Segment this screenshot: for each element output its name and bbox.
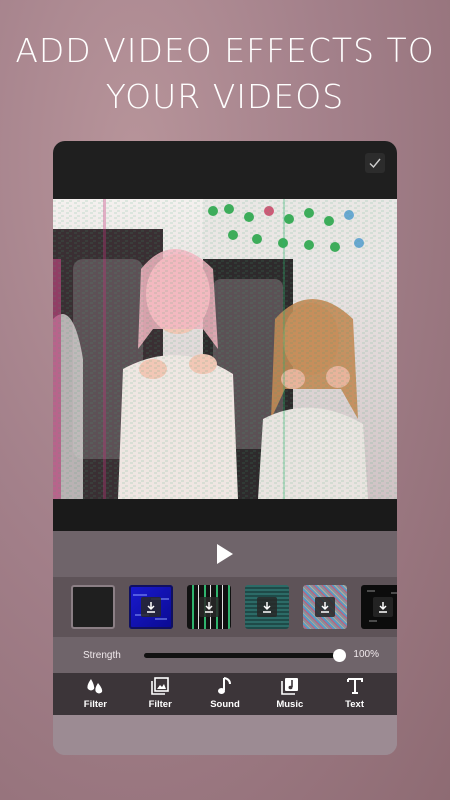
video-bottom-band bbox=[53, 499, 397, 531]
tab-filter-effects[interactable]: Filter bbox=[67, 675, 123, 715]
strength-label: Strength bbox=[83, 649, 121, 661]
tab-music[interactable]: Music bbox=[262, 675, 318, 715]
headline-line-1: ADD VIDEO EFFECTS TO bbox=[15, 31, 435, 70]
download-button[interactable] bbox=[315, 597, 335, 617]
tab-label: Text bbox=[345, 699, 364, 710]
image-icon bbox=[151, 677, 169, 695]
download-icon bbox=[205, 602, 213, 613]
phone-frame: Strength 100% Filter Filter Sound Music … bbox=[53, 141, 397, 755]
download-button[interactable] bbox=[141, 597, 161, 617]
play-button[interactable] bbox=[210, 539, 240, 569]
download-icon bbox=[263, 602, 271, 613]
top-bar bbox=[53, 141, 397, 199]
confirm-button[interactable] bbox=[365, 153, 385, 173]
tab-label: Filter bbox=[83, 699, 107, 710]
play-icon bbox=[217, 544, 233, 564]
bottom-panel bbox=[53, 715, 397, 755]
video-frame-image bbox=[53, 199, 397, 499]
check-icon bbox=[369, 158, 381, 169]
tab-text[interactable]: Text bbox=[327, 675, 383, 715]
filter-thumb-rgb-noise[interactable] bbox=[303, 585, 347, 629]
strength-value: 100% bbox=[353, 649, 379, 660]
filter-strip[interactable] bbox=[53, 577, 397, 637]
filter-thumb-none[interactable] bbox=[71, 585, 115, 629]
music-library-icon bbox=[280, 678, 298, 695]
video-preview[interactable] bbox=[53, 199, 397, 499]
music-note-icon bbox=[217, 677, 231, 694]
playback-bar bbox=[53, 531, 397, 577]
filter-thumb-teal-noise[interactable] bbox=[245, 585, 289, 629]
download-icon bbox=[379, 602, 387, 613]
headline-line-2: YOUR VIDEOS bbox=[105, 77, 345, 116]
tool-tab-bar: Filter Filter Sound Music Text bbox=[53, 673, 397, 715]
drops-icon bbox=[87, 679, 103, 694]
tab-label: Filter bbox=[148, 699, 172, 710]
strength-slider[interactable] bbox=[144, 649, 346, 662]
download-button[interactable] bbox=[199, 597, 219, 617]
download-button[interactable] bbox=[373, 597, 393, 617]
filter-thumb-green-lines[interactable] bbox=[187, 585, 231, 629]
tab-label: Music bbox=[276, 699, 304, 710]
tab-label: Sound bbox=[210, 699, 240, 710]
tab-filter-image[interactable]: Filter bbox=[132, 675, 188, 715]
filter-thumb-blue-glitch[interactable] bbox=[129, 585, 173, 629]
text-icon bbox=[346, 678, 363, 694]
download-icon bbox=[321, 602, 329, 613]
headline: ADD VIDEO EFFECTS TO YOUR VIDEOS bbox=[0, 28, 450, 120]
filter-thumb-dark-glitch[interactable] bbox=[361, 585, 397, 629]
tab-sound[interactable]: Sound bbox=[197, 675, 253, 715]
strength-row: Strength 100% bbox=[53, 637, 397, 673]
download-icon bbox=[147, 602, 155, 613]
download-button[interactable] bbox=[257, 597, 277, 617]
strength-slider-knob[interactable] bbox=[333, 649, 346, 662]
